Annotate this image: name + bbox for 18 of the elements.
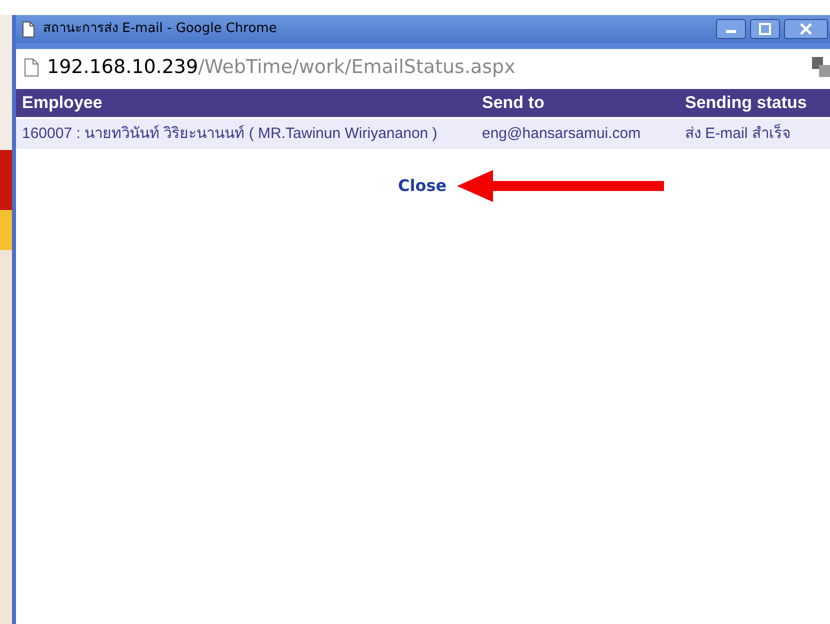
arrow-icon — [456, 169, 665, 203]
close-button[interactable] — [784, 19, 828, 39]
page-icon — [24, 58, 39, 76]
close-link[interactable]: Close — [398, 174, 447, 198]
minimize-button[interactable] — [716, 19, 746, 39]
column-header: Send to — [482, 93, 544, 112]
maximize-button[interactable] — [750, 19, 780, 39]
page-icon — [22, 20, 35, 38]
address-field[interactable]: 192.168.10.239/WebTime/work/EmailStatus.aspx — [47, 52, 516, 82]
window-title: สถานะการส่ง E-mail - Google Chrome — [43, 20, 277, 38]
close-icon — [800, 23, 812, 35]
maximize-icon — [759, 23, 771, 35]
column-header: Sending status — [685, 93, 807, 112]
column-header: Employee — [22, 93, 102, 112]
translate-icon[interactable] — [812, 57, 830, 77]
table-cell: ส่ง E-mail สำเร็จ — [685, 124, 791, 142]
table-cell: eng@hansarsamui.com — [482, 124, 641, 142]
table-cell: 160007 : นายทวินันท์ วิริยะนานนท์ ( MR.Tawinun Wiriyananon ) — [22, 124, 438, 142]
